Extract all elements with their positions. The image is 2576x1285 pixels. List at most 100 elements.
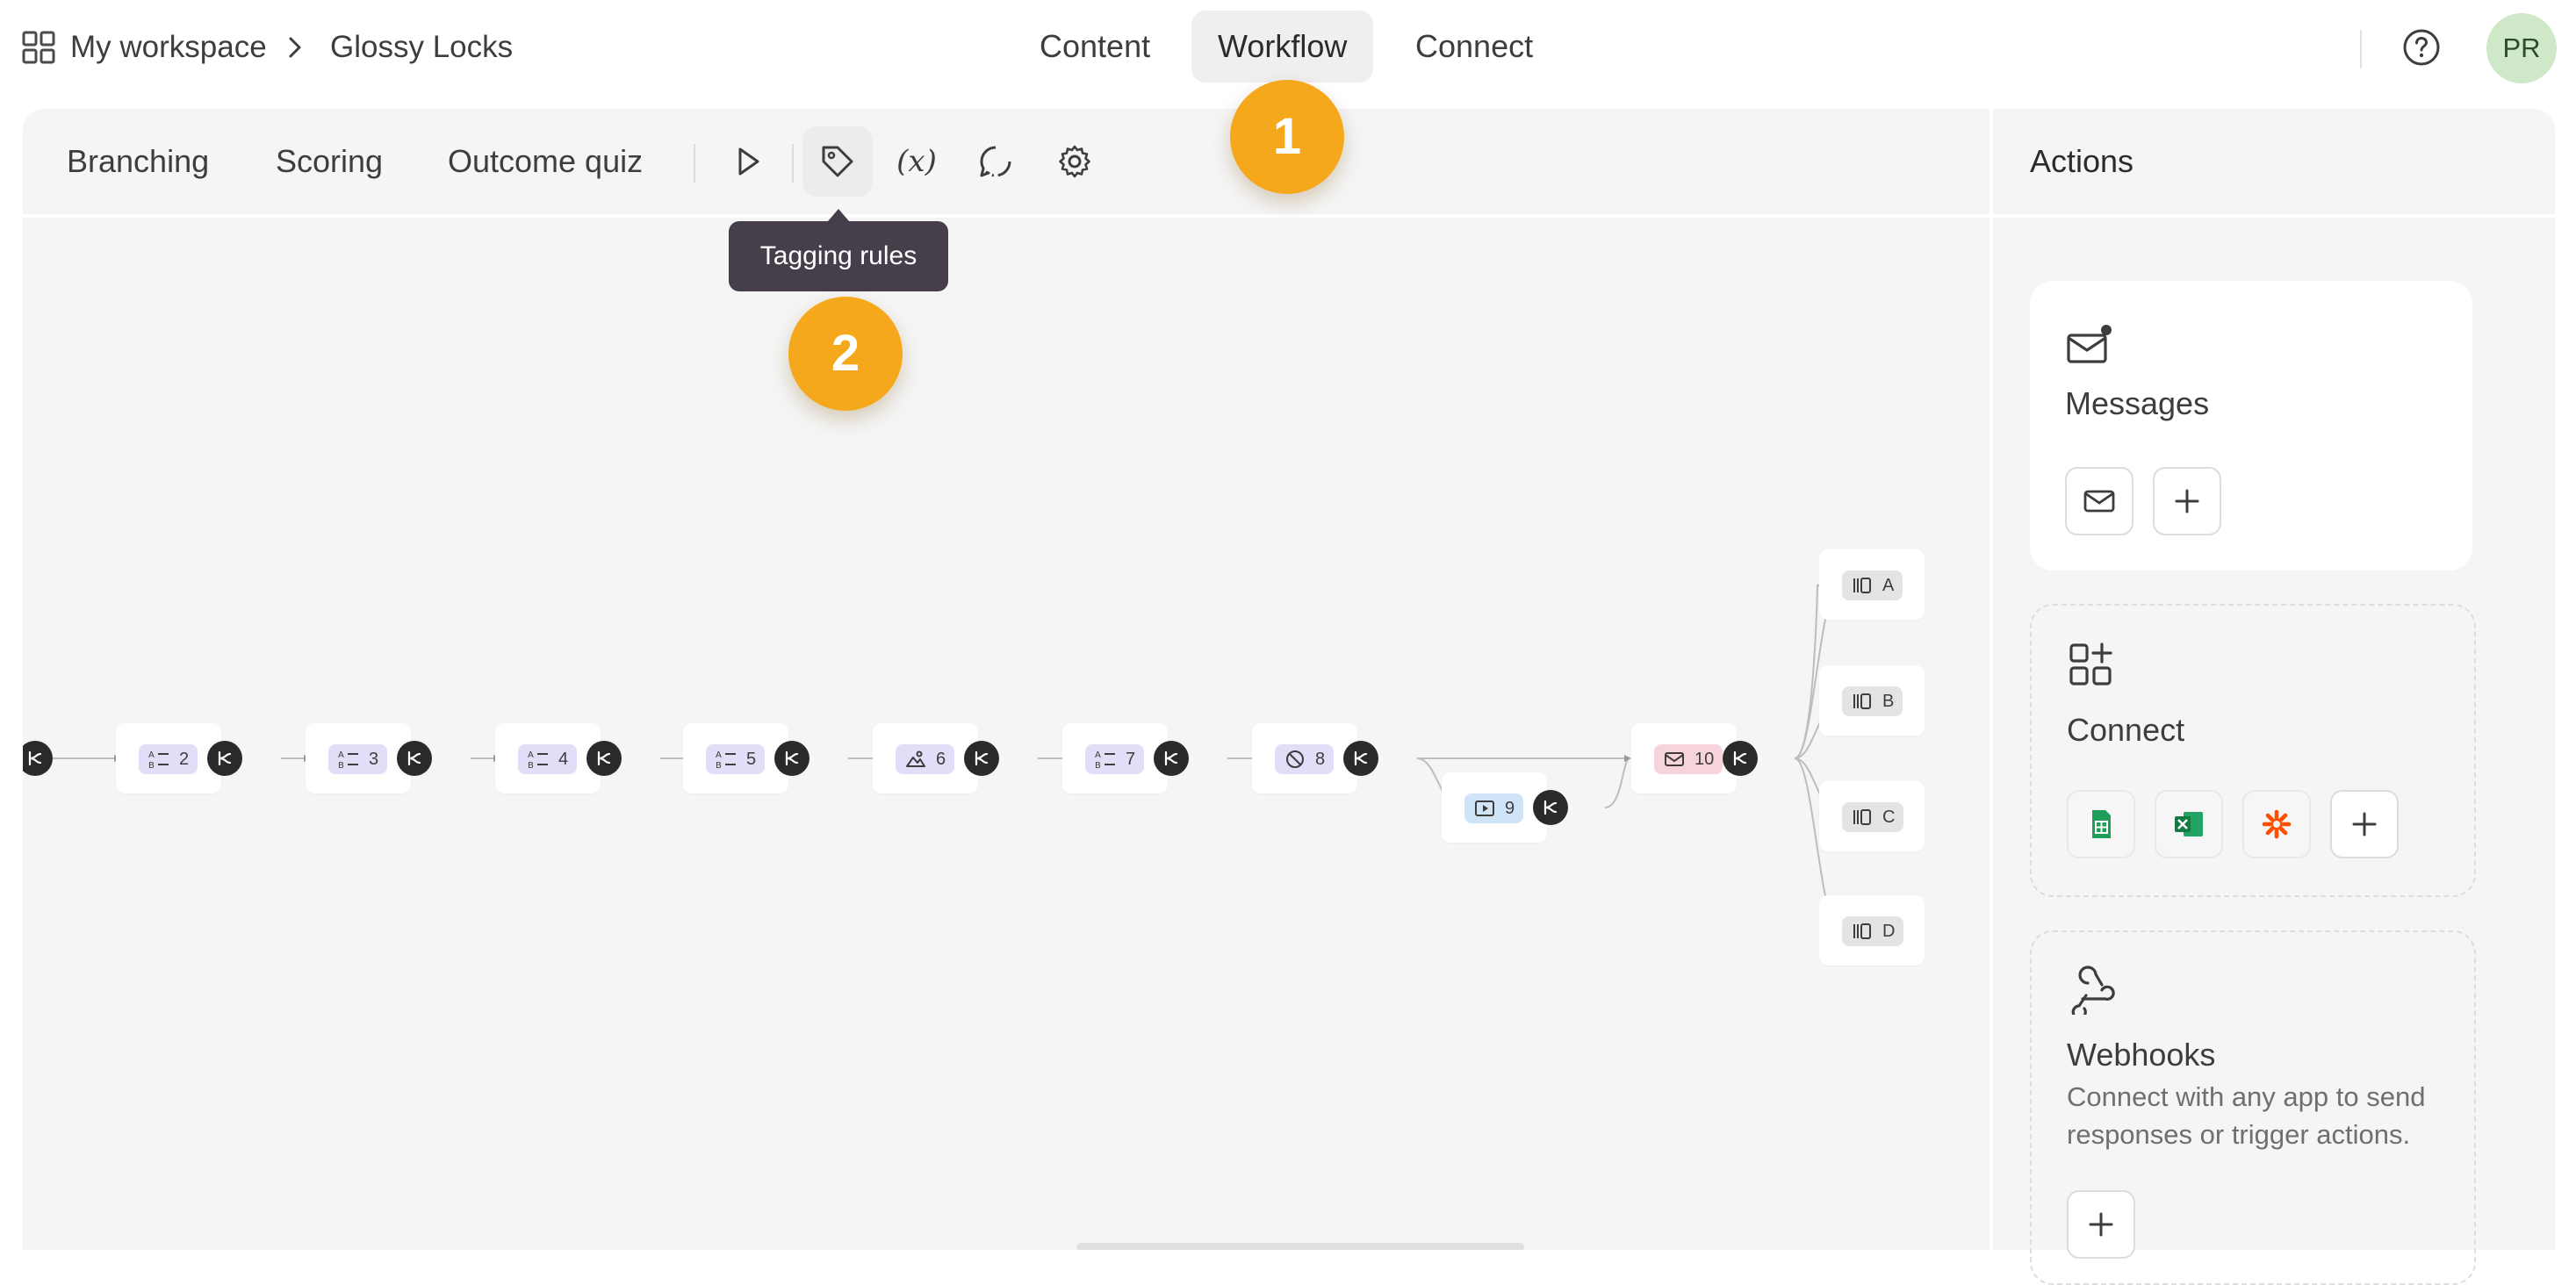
tab-workflow[interactable]: Workflow — [1191, 11, 1374, 83]
outcome-quiz-link[interactable]: Outcome quiz — [448, 140, 643, 183]
toolbar-divider — [792, 144, 794, 183]
ending-chip: D — [1842, 916, 1904, 946]
multiple-choice-icon: AB — [148, 750, 169, 771]
svg-text:A: A — [338, 750, 344, 760]
flow-node[interactable]: AB 4 — [495, 723, 601, 793]
flow-node[interactable]: 10 — [1631, 723, 1737, 793]
add-webhook-button[interactable] — [2067, 1190, 2135, 1259]
branch-handle[interactable] — [1154, 741, 1189, 776]
flow-node[interactable]: AB 2 — [116, 723, 221, 793]
branch-handle[interactable] — [586, 741, 622, 776]
preview-button[interactable] — [713, 126, 783, 197]
ending-icon — [1853, 923, 1871, 939]
branch-icon — [785, 750, 799, 766]
svg-text:A: A — [528, 750, 534, 760]
settings-button[interactable] — [1040, 126, 1110, 197]
add-message-button[interactable] — [2153, 467, 2221, 535]
canvas-scroll-handle[interactable] — [1076, 1243, 1524, 1250]
flow-node[interactable]: 9 — [1442, 772, 1547, 843]
outcome-node[interactable]: D — [1819, 895, 1925, 966]
breadcrumb-form-name[interactable]: Glossy Locks — [330, 26, 513, 68]
branch-icon — [1733, 750, 1747, 766]
plus-icon — [2352, 812, 2377, 836]
google-sheets-icon — [2092, 810, 2111, 838]
google-sheets-button[interactable] — [2067, 790, 2135, 858]
scoring-link[interactable]: Scoring — [276, 140, 383, 183]
question-chip: AB 3 — [328, 744, 388, 774]
flow-node[interactable]: AB 7 — [1062, 723, 1168, 793]
tab-connect[interactable]: Connect — [1389, 11, 1559, 83]
question-chip: 8 — [1275, 744, 1335, 774]
apps-add-icon — [2069, 642, 2112, 686]
actions-header: Actions — [1993, 109, 2555, 218]
step-marker-2: 2 — [788, 297, 903, 411]
help-icon[interactable] — [2402, 28, 2441, 67]
flow-node[interactable]: 6 — [873, 723, 978, 793]
branch-handle[interactable] — [964, 741, 999, 776]
webhooks-card: Webhooks Connect with any app to send re… — [2030, 930, 2476, 1285]
flow-node[interactable]: AB 3 — [306, 723, 411, 793]
connect-card: Connect — [2030, 604, 2476, 897]
multiple-choice-icon: AB — [528, 750, 548, 771]
outcome-node[interactable]: C — [1819, 781, 1925, 851]
outcome-node[interactable]: A — [1819, 549, 1925, 620]
workflow-canvas[interactable]: AB 2 AB 3 AB 4 A B 5 6 A B 7 8 9 10 A B … — [23, 109, 1990, 1250]
branch-handle[interactable] — [397, 741, 432, 776]
branch-icon — [1164, 750, 1178, 766]
branch-handle[interactable] — [774, 741, 809, 776]
branch-icon — [975, 750, 989, 766]
email-message-button[interactable] — [2065, 467, 2133, 535]
zapier-button[interactable] — [2242, 790, 2311, 858]
branch-handle[interactable] — [1343, 741, 1378, 776]
branch-icon — [1354, 750, 1368, 766]
tab-content[interactable]: Content — [1013, 11, 1176, 83]
workflow-toolbar: Branching Scoring Outcome quiz (x) — [23, 109, 1990, 218]
webhooks-title: Webhooks — [2067, 1037, 2216, 1073]
actions-title: Actions — [2030, 143, 2134, 179]
loading-icon — [980, 146, 1011, 177]
flow-diagram: AB 2 AB 3 AB 4 A B 5 6 A B 7 8 9 10 A B … — [23, 109, 1990, 1250]
video-chip: 9 — [1464, 793, 1524, 823]
excel-button[interactable] — [2155, 790, 2223, 858]
toolbar-divider — [694, 144, 695, 183]
svg-text:A: A — [1095, 750, 1101, 760]
branch-handle[interactable] — [1533, 790, 1568, 825]
svg-text:B: B — [338, 761, 344, 771]
svg-text:A: A — [716, 750, 722, 760]
question-chip: AB 4 — [518, 744, 578, 774]
node-number: 2 — [179, 749, 190, 769]
messages-card: Messages — [2030, 281, 2472, 571]
node-number: 8 — [1315, 749, 1326, 769]
hidden-field-icon — [1286, 750, 1304, 768]
branch-icon — [218, 750, 232, 766]
branch-icon — [407, 750, 421, 766]
variables-button[interactable]: (x) — [881, 126, 952, 197]
avatar[interactable]: PR — [2486, 13, 2557, 83]
ending-chip: A — [1842, 571, 1903, 600]
branch-handle[interactable] — [207, 741, 242, 776]
ending-chip: B — [1842, 686, 1903, 716]
tagging-rules-button[interactable] — [802, 126, 873, 197]
add-integration-button[interactable] — [2330, 790, 2399, 858]
question-chip: 6 — [896, 744, 955, 774]
question-chip: AB 5 — [706, 744, 766, 774]
picture-choice-icon — [906, 750, 925, 767]
gear-icon — [1059, 145, 1090, 178]
breadcrumb-workspace[interactable]: My workspace — [70, 26, 267, 68]
outcome-node[interactable]: B — [1819, 665, 1925, 736]
flow-node[interactable]: 8 — [1252, 723, 1357, 793]
svg-text:B: B — [716, 761, 722, 771]
tagging-rules-tooltip: Tagging rules — [729, 209, 948, 291]
svg-text:A: A — [148, 750, 155, 760]
loading-animation-button[interactable] — [961, 126, 1031, 197]
apps-grid-icon[interactable] — [21, 30, 56, 65]
flow-node[interactable]: AB 5 — [683, 723, 788, 793]
message-notification-icon — [2067, 325, 2112, 363]
branching-link[interactable]: Branching — [67, 140, 209, 183]
chevron-right-icon — [289, 37, 301, 58]
flow-connectors — [23, 582, 1841, 931]
outcome-label: B — [1882, 691, 1895, 711]
excel-icon — [2175, 812, 2203, 836]
branch-handle[interactable] — [1723, 741, 1758, 776]
multiple-choice-icon: AB — [338, 750, 358, 771]
